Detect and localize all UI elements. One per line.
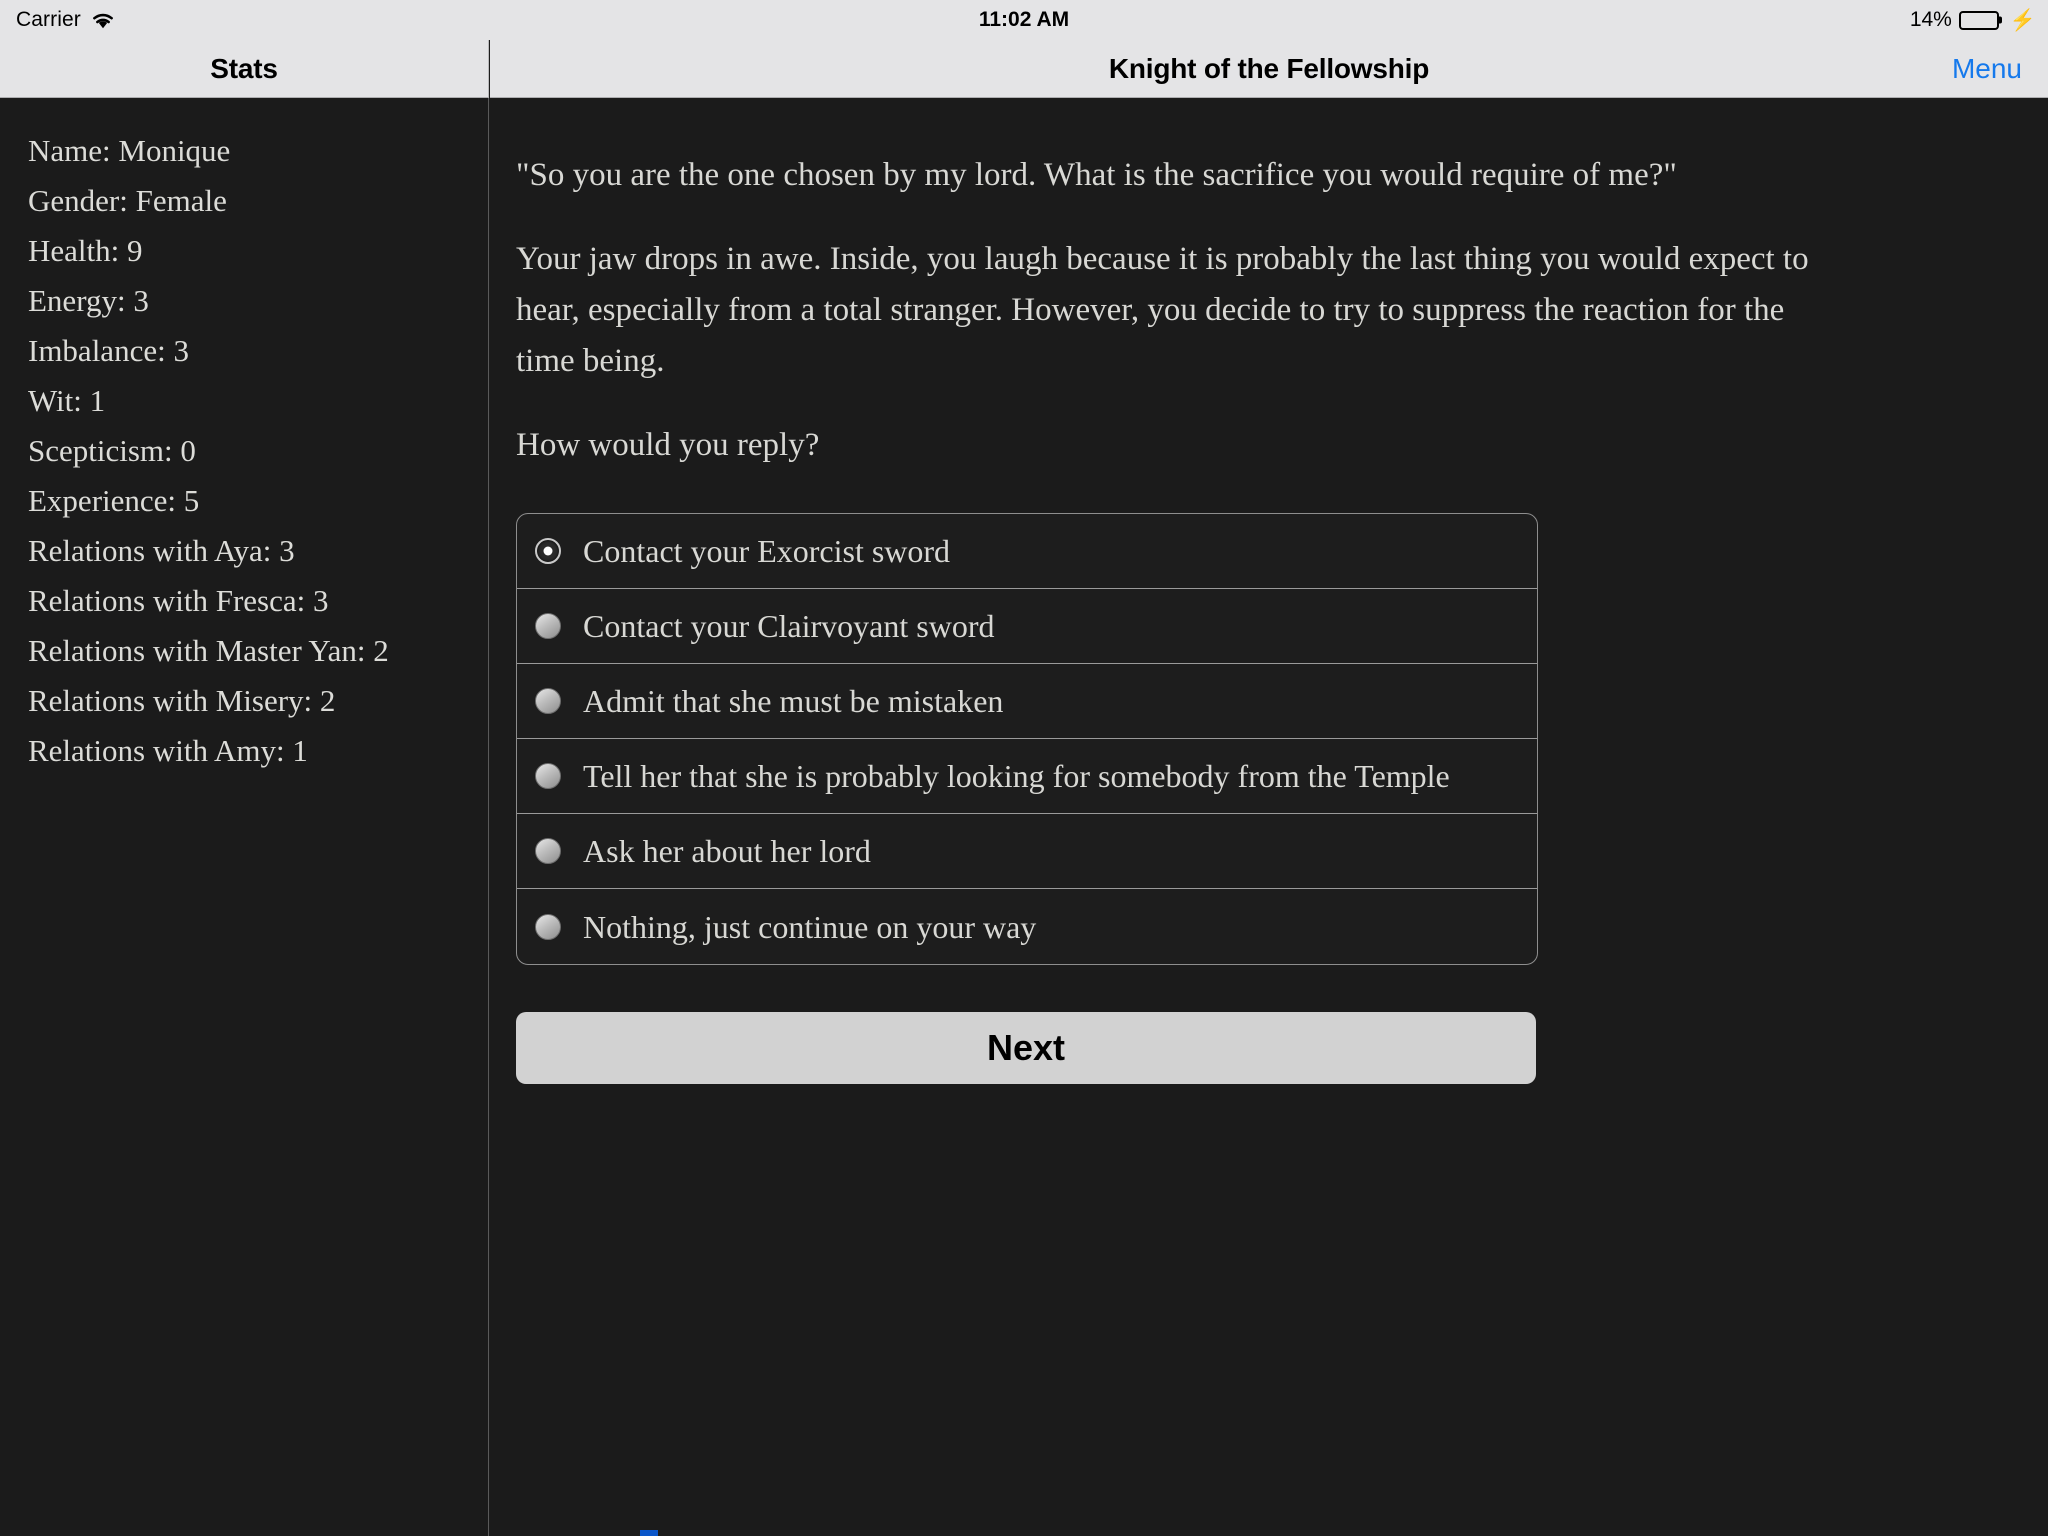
stat-line: Experience: 5 [28, 483, 200, 518]
stat-line: Gender: Female [28, 183, 227, 218]
wifi-icon [91, 11, 115, 29]
status-bar-left: Carrier [0, 8, 115, 32]
status-bar-right: 14% ⚡ [1910, 8, 2036, 32]
radio-unselected-icon[interactable] [535, 613, 561, 639]
stat-line: Imbalance: 3 [28, 333, 189, 368]
choice-list: Contact your Exorcist sword Contact your … [516, 513, 1538, 965]
stat-line: Name: Monique [28, 133, 231, 168]
choice-option[interactable]: Admit that she must be mistaken [517, 664, 1537, 739]
story-pane: "So you are the one chosen by my lord. W… [490, 98, 2048, 1536]
battery-percent-label: 14% [1909, 8, 1952, 31]
stat-line: Relations with Fresca: 3 [28, 583, 329, 618]
choice-label: Contact your Exorcist sword [583, 533, 951, 569]
radio-unselected-icon[interactable] [535, 763, 561, 789]
story-paragraph-2: Your jaw drops in awe. Inside, you laugh… [516, 241, 1809, 379]
charging-bolt-icon: ⚡ [2009, 8, 2036, 32]
stats-sidebar: Name: Monique Gender: Female Health: 9 Ener… [0, 98, 489, 1536]
status-bar-clock: 11:02 AM [978, 8, 1070, 31]
battery-icon [1958, 10, 1999, 30]
choice-label: Nothing, just continue on your way [583, 908, 1037, 945]
stat-line: Relations with Master Yan: 2 [28, 633, 389, 668]
choice-option[interactable]: Ask her about her lord [517, 814, 1537, 889]
stat-line: Health: 9 [28, 233, 143, 268]
radio-unselected-icon[interactable] [535, 913, 561, 940]
choice-option[interactable]: Tell her that she is probably looking fo… [517, 739, 1537, 814]
status-bar: Carrier 11:02 AM 14% ⚡ [0, 0, 2048, 40]
menu-button[interactable]: Menu [1952, 53, 2022, 85]
stat-line: Relations with Amy: 1 [28, 733, 308, 768]
stat-line: Energy: 3 [28, 283, 149, 318]
choice-option[interactable]: Nothing, just continue on your way [517, 889, 1537, 964]
radio-unselected-icon[interactable] [535, 838, 561, 864]
main-navbar: Knight of the Fellowship Menu [490, 40, 2048, 98]
choice-label: Admit that she must be mistaken [583, 683, 1004, 719]
app-screen: Carrier 11:02 AM 14% ⚡ Stats Knight of t… [0, 0, 2048, 1536]
stat-line: Scepticism: 0 [28, 433, 196, 468]
story-paragraph-1: "So you are the one chosen by my lord. W… [516, 157, 1677, 193]
choice-label: Tell her that she is probably looking fo… [583, 758, 1450, 794]
choice-label: Contact your Clairvoyant sword [583, 608, 995, 644]
carrier-label: Carrier [16, 8, 81, 31]
page-title: Knight of the Fellowship [1108, 52, 1430, 84]
content-area: Name: Monique Gender: Female Health: 9 Ener… [0, 98, 2048, 1536]
choice-option[interactable]: Contact your Exorcist sword [517, 514, 1537, 589]
stats-title: Stats [210, 52, 278, 84]
home-indicator [640, 1530, 658, 1536]
stat-line: Wit: 1 [28, 383, 106, 418]
stats-navbar: Stats [0, 40, 489, 98]
story-prompt: How would you reply? [516, 427, 820, 463]
choice-option[interactable]: Contact your Clairvoyant sword [517, 589, 1537, 664]
radio-selected-icon[interactable] [535, 538, 561, 564]
stat-line: Relations with Misery: 2 [28, 683, 336, 718]
choice-label: Ask her about her lord [583, 833, 871, 869]
next-button[interactable]: Next [516, 1012, 1536, 1084]
stats-list: Name: Monique Gender: Female Health: 9 Ener… [28, 126, 488, 776]
stat-line: Relations with Aya: 3 [28, 533, 295, 568]
radio-unselected-icon[interactable] [535, 688, 561, 714]
